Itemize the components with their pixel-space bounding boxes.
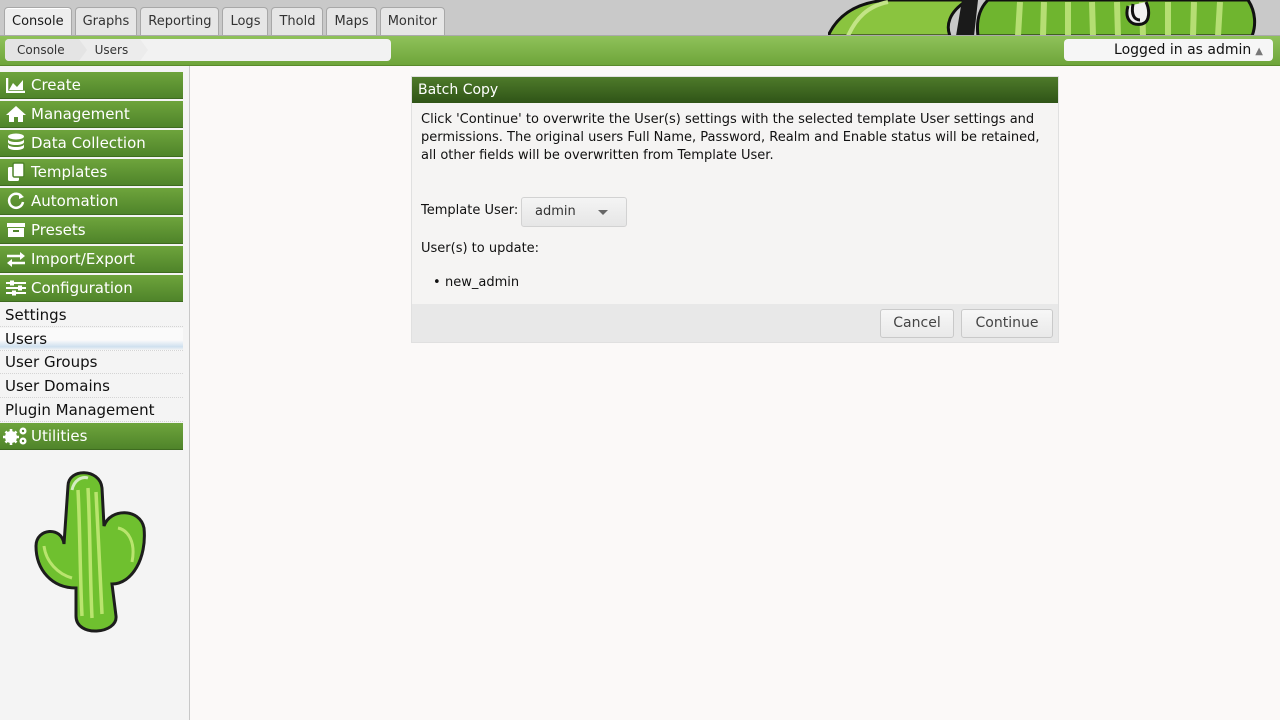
cactus-header-art xyxy=(828,0,1257,35)
sidebar-item-user-domains[interactable]: User Domains xyxy=(0,375,183,398)
sidebar-item-users[interactable]: Users xyxy=(0,328,183,351)
menu-create[interactable]: Create xyxy=(0,72,183,99)
breadcrumb: Console Users xyxy=(5,39,391,61)
menu-presets-label: Presets xyxy=(31,220,86,239)
menu-configuration-label: Configuration xyxy=(31,278,133,297)
chart-icon xyxy=(3,75,29,95)
users-to-update-list: new_admin xyxy=(433,275,519,290)
tab-maps[interactable]: Maps xyxy=(326,7,377,35)
sidebar-item-plugin-management[interactable]: Plugin Management xyxy=(0,399,183,422)
sidebar: Create Management Data Collection Templa… xyxy=(0,66,190,720)
tab-console[interactable]: Console xyxy=(4,7,72,35)
menu-management[interactable]: Management xyxy=(0,101,183,128)
database-icon xyxy=(3,133,29,153)
template-user-value: admin xyxy=(535,204,576,219)
cancel-button[interactable]: Cancel xyxy=(880,309,954,338)
menu-import-export-label: Import/Export xyxy=(31,249,135,268)
tab-logs[interactable]: Logs xyxy=(222,7,269,35)
breadcrumb-console[interactable]: Console xyxy=(5,39,87,61)
menu-templates[interactable]: Templates xyxy=(0,159,183,186)
tab-monitor[interactable]: Monitor xyxy=(379,7,446,35)
list-item: new_admin xyxy=(433,275,519,290)
copy-icon xyxy=(3,162,29,182)
menu-automation[interactable]: Automation xyxy=(0,188,183,215)
tab-reporting[interactable]: Reporting xyxy=(140,7,220,35)
tab-thold[interactable]: Thold xyxy=(271,7,324,35)
caret-up-icon: ▲ xyxy=(1255,46,1263,57)
menu-templates-label: Templates xyxy=(31,162,108,181)
dialog-description: Click 'Continue' to overwrite the User(s… xyxy=(421,112,1040,163)
menu-automation-label: Automation xyxy=(31,191,119,210)
users-to-update-label: User(s) to update: xyxy=(421,241,540,256)
menu-data-collection-label: Data Collection xyxy=(31,133,146,152)
user-status-label: Logged in as admin xyxy=(1114,42,1252,58)
menu-management-label: Management xyxy=(31,104,130,123)
menu-utilities[interactable]: Utilities xyxy=(0,423,183,450)
menu-configuration[interactable]: Configuration xyxy=(0,275,183,302)
cactus-logo xyxy=(34,471,146,633)
dialog-button-bar: Cancel Continue xyxy=(412,304,1058,342)
template-user-select[interactable]: admin xyxy=(521,197,627,227)
swap-icon xyxy=(3,249,29,269)
sliders-icon xyxy=(3,278,29,298)
archive-icon xyxy=(3,220,29,240)
sidebar-item-settings[interactable]: Settings xyxy=(0,304,183,327)
template-user-label: Template User: xyxy=(421,203,519,218)
menu-data-collection[interactable]: Data Collection xyxy=(0,130,183,157)
chevron-down-icon xyxy=(598,210,608,215)
top-navigation-bar: Console Graphs Reporting Logs Thold Maps… xyxy=(0,0,1280,36)
sidebar-item-user-groups[interactable]: User Groups xyxy=(0,351,183,374)
refresh-icon xyxy=(3,191,29,211)
menu-create-label: Create xyxy=(31,75,81,94)
cogs-icon xyxy=(3,426,29,446)
tab-graphs[interactable]: Graphs xyxy=(74,7,138,35)
breadcrumb-bar: Console Users Logged in as admin ▲ xyxy=(0,36,1280,66)
breadcrumb-users[interactable]: Users xyxy=(78,39,148,61)
menu-presets[interactable]: Presets xyxy=(0,217,183,244)
batch-copy-dialog: Batch Copy Click 'Continue' to overwrite… xyxy=(411,76,1059,343)
main-tabs: Console Graphs Reporting Logs Thold Maps… xyxy=(4,7,446,35)
continue-button[interactable]: Continue xyxy=(961,309,1053,338)
user-menu[interactable]: Logged in as admin ▲ xyxy=(1064,39,1273,61)
dialog-title: Batch Copy xyxy=(412,77,1058,103)
menu-import-export[interactable]: Import/Export xyxy=(0,246,183,273)
home-icon xyxy=(3,104,29,124)
menu-utilities-label: Utilities xyxy=(31,426,88,445)
